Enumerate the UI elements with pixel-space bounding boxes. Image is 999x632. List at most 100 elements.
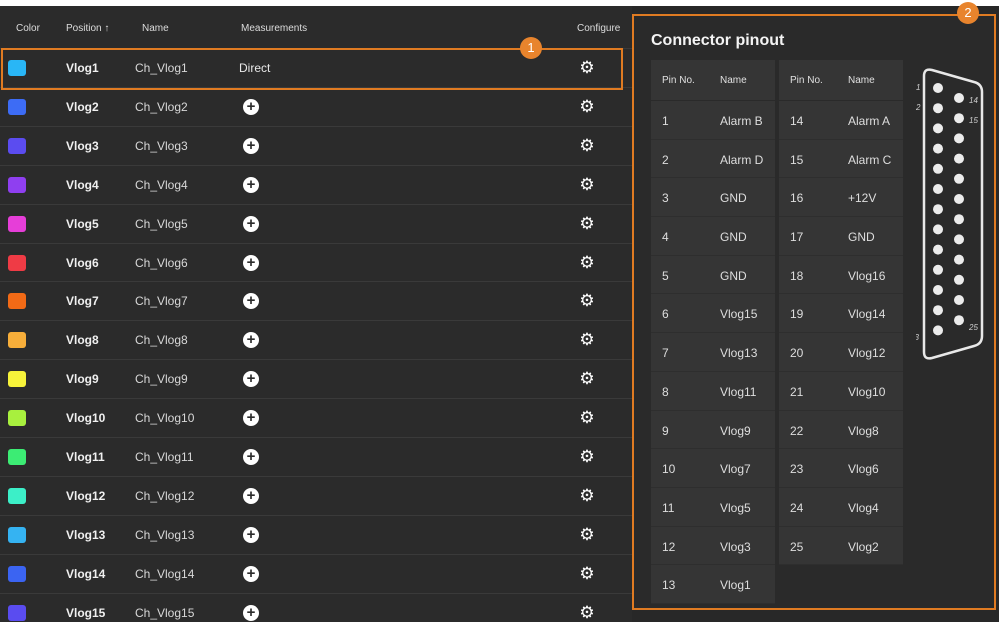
pin-number: 14 (790, 114, 804, 128)
color-swatch[interactable] (8, 449, 26, 465)
gear-icon[interactable]: ⚙ (577, 253, 597, 273)
table-row[interactable]: Vlog14 Ch_Vlog14 + ⚙ (0, 553, 632, 593)
connector-label-25: 25 (968, 323, 978, 332)
table-row[interactable]: Vlog15 Ch_Vlog15 + ⚙ (0, 592, 632, 632)
add-measurement-icon[interactable]: + (243, 293, 259, 310)
pin-number: 4 (662, 230, 669, 245)
table-row[interactable]: Vlog3 Ch_Vlog3 + ⚙ (0, 125, 632, 165)
position-cell: Vlog3 (66, 138, 99, 153)
table-row[interactable]: Vlog6 Ch_Vlog6 + ⚙ (0, 242, 632, 282)
table-row[interactable]: Vlog8 Ch_Vlog8 + ⚙ (0, 320, 632, 359)
name-cell: Ch_Vlog12 (135, 488, 195, 503)
color-swatch[interactable] (8, 410, 26, 427)
add-measurement-icon[interactable]: + (243, 487, 259, 504)
color-swatch[interactable] (8, 332, 26, 349)
header-measurements[interactable]: Measurements (241, 23, 307, 34)
connector-label-13: 13 (916, 333, 919, 342)
color-swatch[interactable] (8, 293, 26, 310)
connector-label-2: 2 (916, 103, 921, 112)
pin-row: 16 +12V (779, 178, 903, 218)
table-row[interactable]: Vlog11 Ch_Vlog11 + ⚙ (0, 437, 632, 476)
position-cell: Vlog8 (66, 333, 99, 348)
connector-pin (933, 285, 943, 295)
pin-row: 21 Vlog10 (779, 372, 903, 411)
header-name[interactable]: Name (142, 23, 169, 34)
pin-row: 10 Vlog7 (651, 449, 775, 488)
color-swatch[interactable] (8, 98, 26, 115)
add-measurement-icon[interactable]: + (243, 254, 259, 271)
header-position[interactable]: Position ↑ (66, 23, 109, 34)
header-configure[interactable]: Configure (577, 23, 620, 34)
gear-icon[interactable]: ⚙ (577, 564, 597, 584)
add-measurement-icon[interactable]: + (243, 565, 259, 582)
table-row[interactable]: Vlog12 Ch_Vlog12 + ⚙ (0, 475, 632, 515)
gear-icon[interactable]: ⚙ (577, 486, 597, 506)
pin-row: 23 Vlog6 (779, 449, 903, 488)
name-cell: Ch_Vlog4 (135, 177, 188, 192)
pin-row: 22 Vlog8 (779, 411, 903, 450)
gear-icon[interactable]: ⚙ (577, 603, 597, 623)
gear-icon[interactable]: ⚙ (577, 369, 597, 389)
pin-name: GND (720, 230, 747, 245)
gear-icon[interactable]: ⚙ (577, 330, 597, 350)
color-swatch[interactable] (8, 137, 26, 154)
color-swatch[interactable] (8, 604, 26, 621)
gear-icon[interactable]: ⚙ (577, 447, 597, 467)
table-row[interactable]: Vlog13 Ch_Vlog13 + ⚙ (0, 514, 632, 554)
pin-number: 3 (662, 191, 669, 206)
callout-badge-2: 2 (957, 2, 979, 24)
add-measurement-icon[interactable]: + (243, 604, 259, 621)
pin-row: 1 Alarm B (651, 101, 775, 140)
add-measurement-icon[interactable]: + (243, 371, 259, 388)
color-swatch[interactable] (8, 371, 26, 388)
connector-pin (954, 274, 964, 285)
position-cell: Vlog4 (66, 177, 99, 192)
add-measurement-icon[interactable]: + (243, 215, 259, 232)
color-swatch[interactable] (8, 254, 26, 271)
pin-name: Vlog2 (848, 539, 879, 554)
add-measurement-icon[interactable]: + (243, 137, 259, 154)
position-cell: Vlog10 (66, 411, 106, 426)
gear-icon[interactable]: ⚙ (577, 291, 597, 311)
color-swatch[interactable] (8, 526, 26, 543)
name-cell: Ch_Vlog3 (135, 138, 188, 153)
table-row[interactable]: Vlog4 Ch_Vlog4 + ⚙ (0, 164, 632, 204)
table-row[interactable]: Vlog10 Ch_Vlog10 + ⚙ (0, 398, 632, 437)
table-row[interactable]: Vlog9 Ch_Vlog9 + ⚙ (0, 359, 632, 398)
gear-icon[interactable]: ⚙ (577, 408, 597, 428)
pin-table-left: Pin No. Name 1 Alarm B 2 Alarm D 3 GND 4 GND 5 GN… (651, 60, 775, 604)
gear-icon[interactable]: ⚙ (577, 214, 597, 234)
gear-icon[interactable]: ⚙ (577, 175, 597, 195)
table-row[interactable]: Vlog7 Ch_Vlog7 + ⚙ (0, 281, 632, 320)
connector-pin (954, 133, 964, 144)
color-swatch[interactable] (8, 565, 26, 582)
header-color[interactable]: Color (16, 23, 40, 34)
gear-icon[interactable]: ⚙ (577, 136, 597, 156)
db25-connector-diagram: 1 2 13 14 15 25 (916, 68, 984, 360)
gear-icon[interactable]: ⚙ (577, 525, 597, 545)
add-measurement-icon[interactable]: + (243, 410, 259, 427)
gear-icon[interactable]: ⚙ (577, 97, 597, 117)
add-measurement-icon[interactable]: + (243, 98, 259, 115)
name-cell: Ch_Vlog14 (135, 566, 195, 581)
color-swatch[interactable] (8, 487, 26, 504)
table-row[interactable]: Vlog5 Ch_Vlog5 + ⚙ (0, 203, 632, 243)
color-swatch[interactable] (8, 176, 26, 193)
pin-row: 15 Alarm C (779, 140, 903, 179)
app-window: Color Position ↑ Name Measurements Confi… (0, 2, 999, 622)
add-measurement-icon[interactable]: + (243, 176, 259, 193)
pin-row: 24 Vlog4 (779, 488, 903, 527)
add-measurement-icon[interactable]: + (243, 449, 259, 465)
connector-pin (933, 184, 943, 194)
position-cell: Vlog2 (66, 99, 99, 114)
color-swatch[interactable] (8, 215, 26, 232)
pin-row: 25 Vlog2 (779, 527, 903, 566)
add-measurement-icon[interactable]: + (243, 526, 259, 543)
pin-name: Alarm A (848, 114, 891, 128)
pin-name: Alarm D (720, 152, 764, 167)
add-measurement-icon[interactable]: + (243, 332, 259, 349)
table-row[interactable]: Vlog2 Ch_Vlog2 + ⚙ (0, 86, 632, 126)
connector-pinout-panel: Connector pinout Pin No. Name 1 Alarm B 2 A… (632, 14, 996, 610)
connector-pin (954, 254, 964, 265)
name-cell: Ch_Vlog9 (135, 372, 188, 387)
